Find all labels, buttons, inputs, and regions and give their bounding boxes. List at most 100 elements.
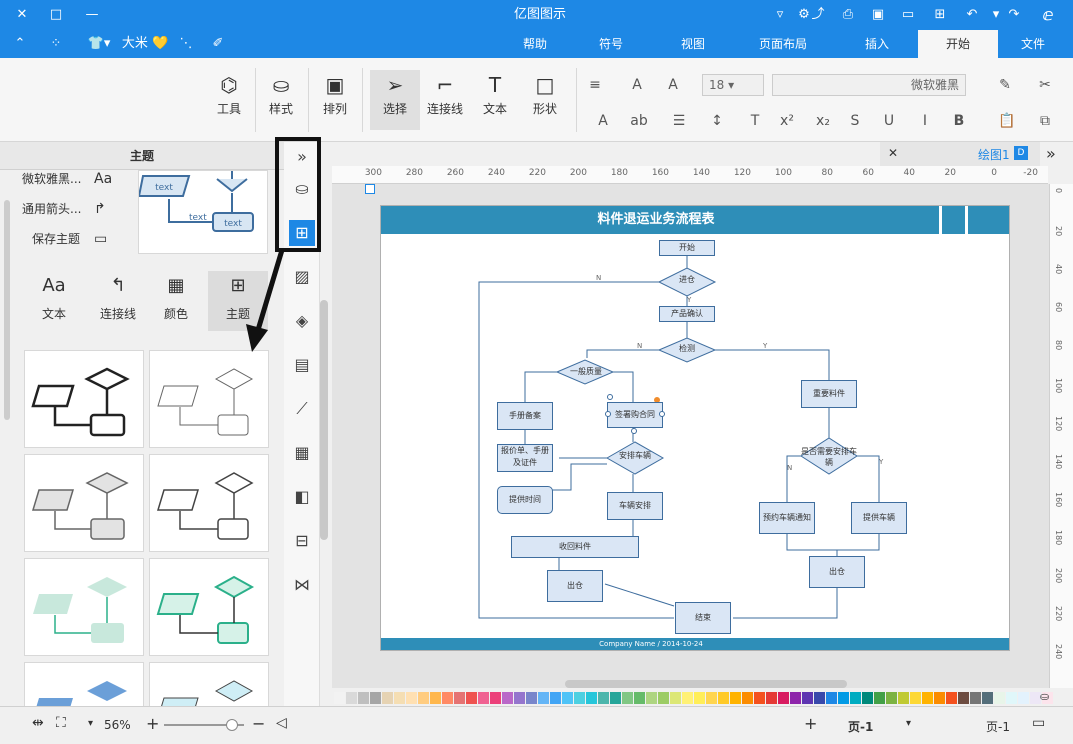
theme-thumbnail-outline[interactable] [149,454,269,552]
color-swatch[interactable] [514,692,525,704]
color-swatch[interactable] [670,692,681,704]
collapse-icon[interactable]: ⌃ [10,30,30,58]
fullscreen-icon[interactable]: ⛶ [56,715,66,731]
tab-insert[interactable]: 插入 [856,30,898,58]
selection-handle[interactable] [607,394,613,400]
color-swatch[interactable] [538,692,549,704]
layers-icon[interactable]: ◈ [289,308,315,334]
color-swatch[interactable] [766,692,777,704]
color-swatch[interactable] [586,692,597,704]
color-swatch[interactable] [394,692,405,704]
panel-toggle-icon[interactable]: ▭ [1032,715,1045,731]
apps-icon[interactable]: ⁘ [44,30,68,58]
color-swatch[interactable] [562,692,573,704]
strikethrough-icon[interactable]: S [844,110,866,132]
flow-node-normal[interactable]: 一般质量 [563,366,609,380]
flow-node-contract[interactable]: 签署购合同 [607,402,663,428]
align-left-icon[interactable]: ≡ [584,74,606,96]
menu-icon[interactable]: ▿ [770,0,790,30]
tab-help[interactable]: 帮助 [514,30,556,58]
diagram-page[interactable]: 料件退运业务流程表 Company Name / 2014-10-24 N Y … [380,205,1010,651]
theme-thumbnail-cyan[interactable] [149,662,269,706]
zoom-out-icon[interactable]: − [252,714,265,733]
format-painter-icon[interactable]: ✎ [994,74,1016,96]
save-theme-button[interactable]: 保存主题 ▭ [32,230,122,250]
color-swatch[interactable] [454,692,465,704]
font-size-select[interactable]: 18 ▾ [702,74,764,96]
text-button[interactable]: T 文本 [474,70,516,117]
list-icon[interactable]: ☰ [668,110,690,132]
image-icon[interactable]: ▨ [289,264,315,290]
paste-icon[interactable]: 📋 [996,110,1018,132]
theme-thumbnail-gray[interactable] [24,454,144,552]
flow-node-car[interactable]: 车辆安排 [607,492,663,520]
document-tab[interactable]: ✕ 绘图1 D [880,142,1040,166]
save-icon[interactable]: ▣ [868,0,888,30]
color-swatch[interactable] [634,692,645,704]
color-swatch[interactable] [874,692,885,704]
canvas-scrollbar-h[interactable] [565,680,847,688]
zoom-dropdown-icon[interactable]: ▾ [88,718,93,729]
panel-scrollbar[interactable] [4,200,10,420]
subscript-icon[interactable]: x₂ [812,110,834,132]
color-swatch[interactable] [694,692,705,704]
shape-button[interactable]: □ 形状 [524,70,566,117]
copy-icon[interactable]: ⧉ [1034,110,1056,132]
tab-connector[interactable]: ↰ 连接线 [90,271,146,331]
flow-node-check[interactable]: 检测 [667,343,707,357]
tab-symbols[interactable]: 符号 [590,30,632,58]
fit-width-icon[interactable]: ⇹ [32,715,44,731]
color-swatch[interactable] [730,692,741,704]
flow-node-receive[interactable]: 进仓 [667,274,707,288]
page-icon[interactable]: ▤ [289,352,315,378]
close-icon[interactable]: ✕ [10,0,34,30]
flow-node-notify[interactable]: 提供时间 [497,486,553,514]
tab-page-layout[interactable]: 页面布局 [752,30,814,58]
theme-thumbnail-green[interactable] [149,558,269,656]
color-swatch[interactable] [778,692,789,704]
share-icon[interactable]: ⋱ [176,30,196,58]
print-icon[interactable]: ⎙ [838,0,858,30]
italic-icon[interactable]: I [914,110,936,132]
color-swatch[interactable] [574,692,585,704]
color-swatch[interactable] [814,692,825,704]
strikethrough-text-icon[interactable]: ab [628,110,650,132]
color-swatch[interactable] [982,692,993,704]
color-swatch[interactable] [958,692,969,704]
color-swatch[interactable] [838,692,849,704]
arrange-button[interactable]: ▣ 排列 [314,70,356,117]
feedback-icon[interactable]: ✐ [208,30,228,58]
color-swatch[interactable] [718,692,729,704]
color-swatch[interactable] [526,692,537,704]
color-swatch[interactable] [598,692,609,704]
font-name-select[interactable]: 微软雅黑 [772,74,966,96]
zoom-slider-handle[interactable] [226,719,238,731]
color-swatch[interactable] [850,692,861,704]
flow-node-return[interactable]: 收回料件 [511,536,639,558]
flow-node-rework[interactable]: 手册备案 [497,402,553,430]
color-swatch[interactable] [862,692,873,704]
color-swatch[interactable] [658,692,669,704]
user-menu[interactable]: 大米 💛 [120,30,170,58]
color-swatch[interactable] [706,692,717,704]
color-swatch[interactable] [370,692,381,704]
color-swatch[interactable] [742,692,753,704]
gallery-icon[interactable]: ◧ [289,484,315,510]
flow-node-docs[interactable]: 报价单、手册及证件 [497,444,553,472]
color-swatch[interactable] [622,692,633,704]
color-swatch[interactable] [886,692,897,704]
color-swatch[interactable] [442,692,453,704]
tab-home[interactable]: 开始 [918,30,998,58]
color-swatch[interactable] [790,692,801,704]
color-swatch[interactable] [970,692,981,704]
tab-file[interactable]: 文件 [1012,30,1054,58]
color-swatch[interactable] [946,692,957,704]
connector-button[interactable]: ⌐ 连接线 [424,70,466,117]
color-swatch[interactable] [1006,692,1017,704]
theme-thumbnail-blue[interactable] [24,662,144,706]
tab-view[interactable]: 视图 [672,30,714,58]
theme-option-font[interactable]: 微软雅黑... Aa [22,170,122,190]
color-swatch[interactable] [610,692,621,704]
color-swatch[interactable] [466,692,477,704]
color-swatch[interactable] [502,692,513,704]
